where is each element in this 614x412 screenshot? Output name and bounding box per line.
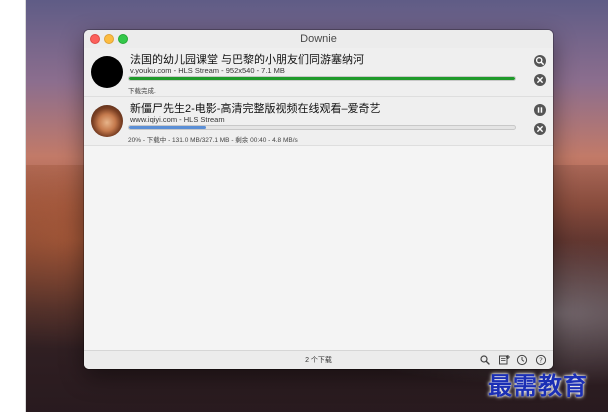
remove-download-button[interactable] bbox=[534, 74, 546, 86]
download-title: 法国的幼儿园课堂 与巴黎的小朋友们同游塞纳河 bbox=[130, 54, 365, 66]
download-item[interactable]: 法国的幼儿园课堂 与巴黎的小朋友们同游塞纳河 v.youku.com - HLS… bbox=[84, 48, 553, 97]
download-source: www.iqiyi.com - HLS Stream bbox=[130, 115, 225, 124]
help-icon[interactable]: ? bbox=[535, 354, 547, 366]
window-title: Downie bbox=[300, 33, 337, 45]
download-status: 下载完成. bbox=[128, 88, 156, 95]
history-icon[interactable] bbox=[516, 354, 528, 366]
close-circle-icon bbox=[537, 77, 543, 83]
magnifier-icon bbox=[535, 56, 544, 65]
video-thumbnail bbox=[91, 105, 123, 137]
download-title: 新僵尸先生2-电影-高清完整版视频在线观看–爱奇艺 bbox=[130, 103, 381, 115]
progress-fill bbox=[129, 126, 207, 129]
close-circle-icon bbox=[537, 126, 543, 132]
video-thumbnail bbox=[91, 56, 123, 88]
add-download-icon[interactable] bbox=[498, 354, 510, 366]
status-footer: 2 个下载 ? bbox=[84, 350, 553, 369]
progress-bar bbox=[128, 76, 516, 81]
download-item[interactable]: 新僵尸先生2-电影-高清完整版视频在线观看–爱奇艺 www.iqiyi.com … bbox=[84, 97, 553, 146]
pause-download-button[interactable] bbox=[534, 104, 546, 116]
show-in-finder-button[interactable] bbox=[534, 55, 546, 67]
title-bar[interactable]: Downie bbox=[84, 30, 553, 49]
progress-bar bbox=[128, 125, 516, 130]
watermark-logo: 最需教育 bbox=[488, 371, 588, 400]
downie-window: Downie 法国的幼儿园课堂 与巴黎的小朋友们同游塞纳河 v.youku.co… bbox=[84, 30, 553, 369]
svg-text:?: ? bbox=[539, 356, 543, 364]
download-source: v.youku.com - HLS Stream - 952x540 - 7.1… bbox=[130, 66, 285, 75]
remove-download-button[interactable] bbox=[534, 123, 546, 135]
download-status: 20% - 下载中 - 131.0 MB/327.1 MB - 剩余 00:40… bbox=[128, 137, 298, 144]
progress-fill bbox=[129, 77, 515, 80]
search-icon[interactable] bbox=[479, 354, 491, 366]
pause-icon bbox=[537, 107, 543, 113]
